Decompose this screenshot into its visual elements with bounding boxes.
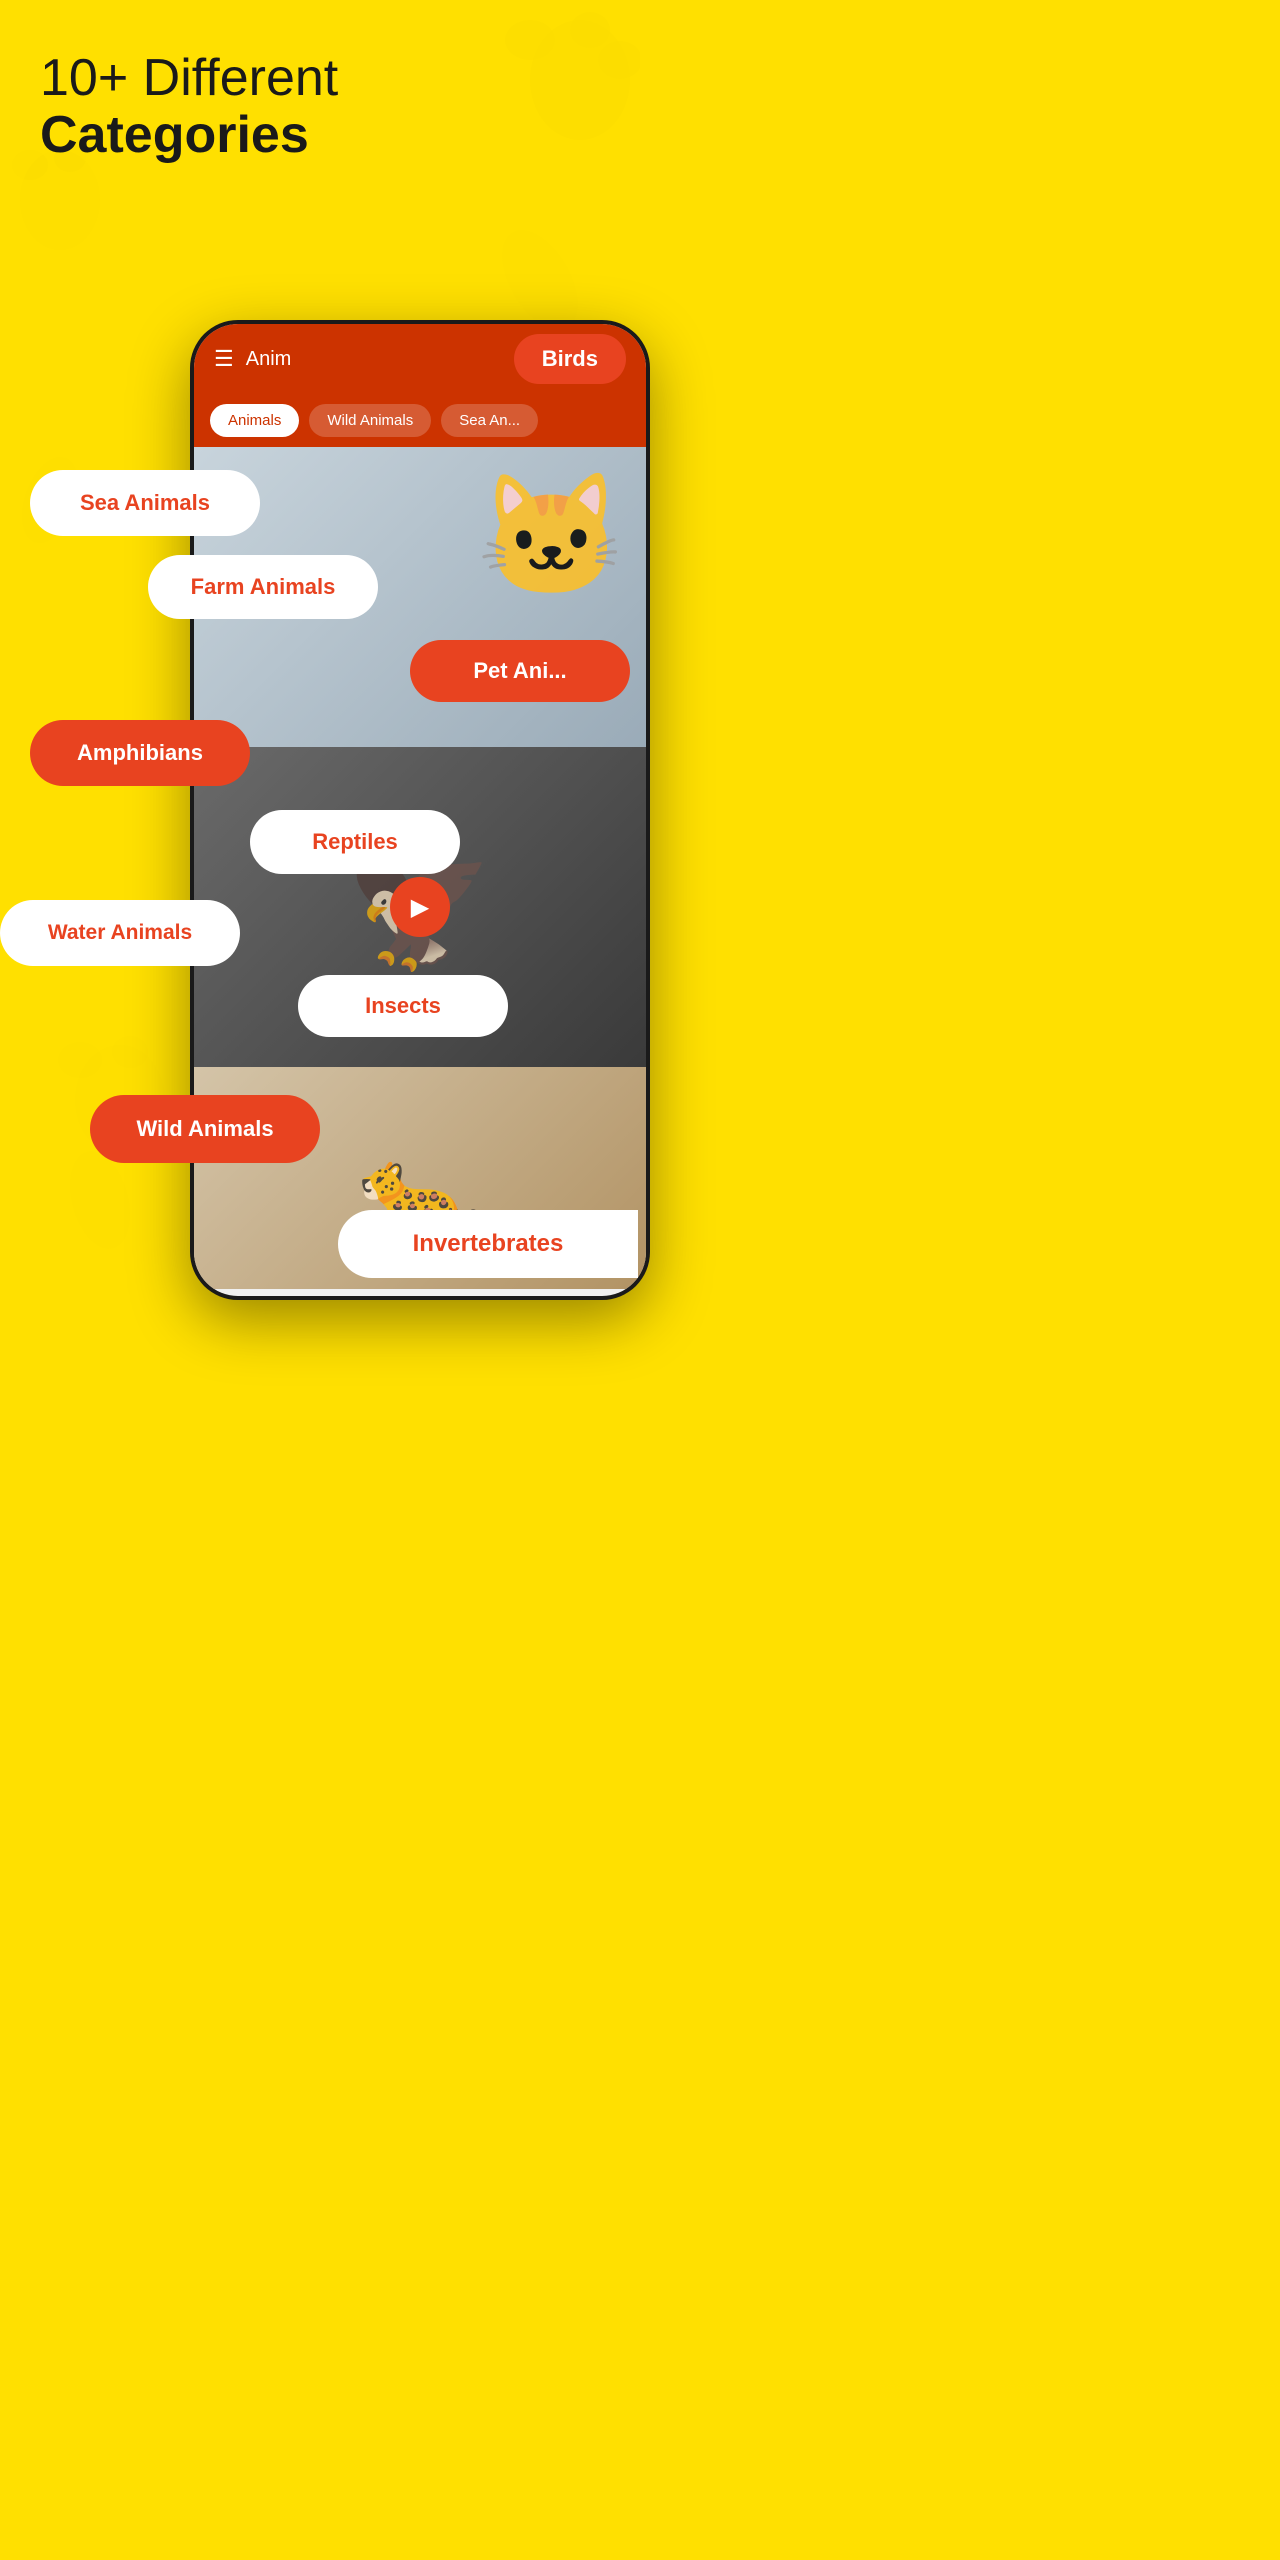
hamburger-icon[interactable]: ☰: [214, 348, 234, 370]
badge-pet-animals[interactable]: Pet Ani...: [410, 640, 630, 702]
headline-line2: Categories: [40, 107, 338, 164]
badge-farm-animals[interactable]: Farm Animals: [148, 555, 378, 619]
badge-water-animals[interactable]: Water Animals: [0, 900, 240, 966]
tab-wild-animals[interactable]: Wild Animals: [309, 404, 431, 437]
badge-amphibians[interactable]: Amphibians: [30, 720, 250, 786]
birds-nav-button[interactable]: Birds: [514, 334, 626, 384]
badge-insects[interactable]: Insects: [298, 975, 508, 1037]
badge-wild-animals[interactable]: Wild Animals: [90, 1095, 320, 1163]
phone-topbar: ☰ Anim Birds: [194, 324, 646, 394]
badge-reptiles[interactable]: Reptiles: [250, 810, 460, 874]
headline-section: 10+ Different Categories: [40, 50, 338, 164]
tab-sea-animals[interactable]: Sea An...: [441, 404, 538, 437]
topbar-title: Anim: [246, 348, 502, 371]
badge-invertebrates[interactable]: Invertebrates: [338, 1210, 638, 1278]
filter-tabs: Animals Wild Animals Sea An...: [194, 394, 646, 447]
play-button[interactable]: ▶: [390, 877, 450, 937]
badge-sea-animals[interactable]: Sea Animals: [30, 470, 260, 536]
tab-animals[interactable]: Animals: [210, 404, 299, 437]
headline-line1: 10+ Different: [40, 50, 338, 107]
